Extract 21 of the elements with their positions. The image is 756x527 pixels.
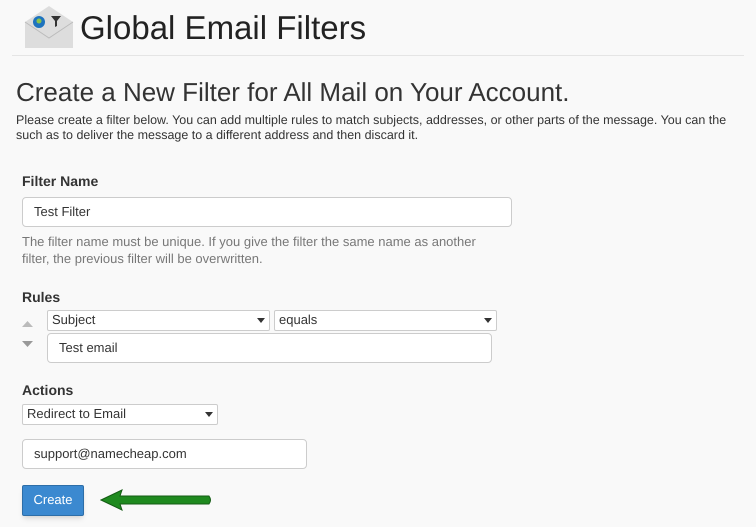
dropdown[interactable]: Subject (47, 310, 270, 330)
page-title: Global Email Filters (80, 9, 366, 44)
field-label: Rules (22, 288, 62, 306)
rule-value-input[interactable]: Test email (47, 332, 492, 362)
caret-icon (205, 412, 213, 416)
caret-icon (484, 318, 492, 322)
dropdown[interactable]: Redirect to Email (22, 404, 218, 424)
description: Please create a filter below. You can add multiple rules to match subjects, addresses, or other parts of the message. You can the such as to deliver the message to a different address and then discard it. (16, 112, 728, 142)
filter-name-input[interactable]: Test Filter (22, 196, 512, 226)
envelope-filter-icon (24, 4, 74, 49)
move-down-icon[interactable] (22, 341, 33, 348)
caret-icon (257, 318, 265, 322)
arrow-icon (100, 489, 212, 511)
field-label: Actions (22, 380, 74, 400)
dropdown[interactable]: equals (274, 310, 497, 330)
help-text: The filter name must be unique. If you give the filter the same name as another filter, the previous filter will be overwritten. (22, 232, 477, 266)
page-heading: Create a New Filter for All Mail on Your Account. (16, 76, 570, 108)
field-label: Filter Name (22, 172, 100, 190)
create-button[interactable]: Create (22, 484, 84, 516)
email-input[interactable]: support@namecheap.com (22, 438, 307, 468)
move-up-icon[interactable] (22, 320, 33, 327)
